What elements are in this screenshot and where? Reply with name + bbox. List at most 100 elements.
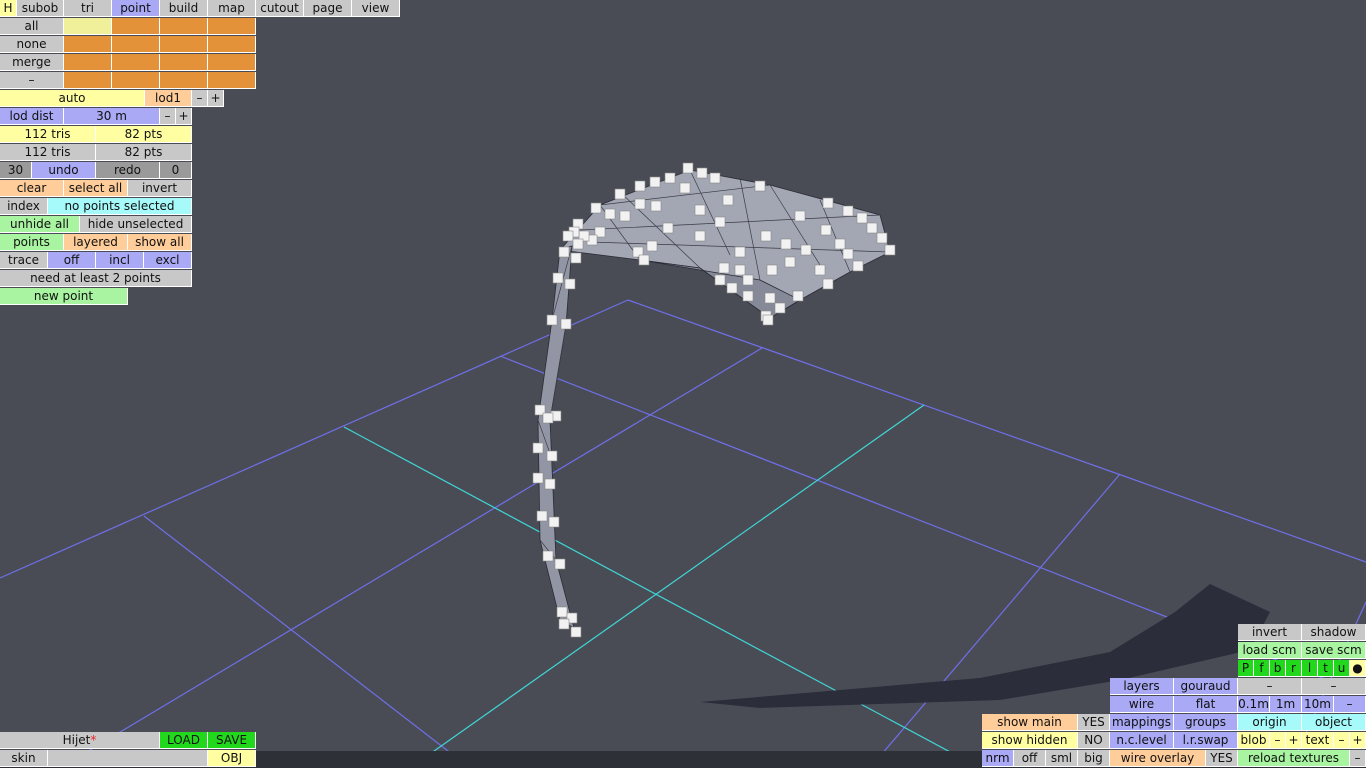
- view-back-button[interactable]: b: [1270, 660, 1286, 677]
- vertex-handle[interactable]: [590, 202, 602, 214]
- save-scm-button[interactable]: save scm: [1302, 642, 1366, 659]
- object-name-field[interactable]: Hijet*: [0, 732, 160, 749]
- vertex-handle[interactable]: [694, 204, 706, 216]
- redo-button[interactable]: redo: [96, 162, 160, 179]
- new-point-button[interactable]: new point: [0, 288, 128, 305]
- show-hidden-toggle[interactable]: NO: [1078, 732, 1110, 749]
- scene-dash-button-2[interactable]: –: [1302, 678, 1366, 695]
- merge-button[interactable]: merge: [0, 54, 64, 71]
- vertex-handle[interactable]: [754, 180, 766, 192]
- vertex-handle[interactable]: [562, 230, 574, 242]
- color-swatch[interactable]: [112, 54, 160, 71]
- vertex-handle[interactable]: [532, 442, 544, 454]
- view-dot-button[interactable]: ●: [1350, 660, 1366, 677]
- vertex-handle[interactable]: [734, 246, 746, 258]
- vertex-handle[interactable]: [842, 205, 854, 217]
- 3d-viewport[interactable]: [0, 0, 1366, 768]
- lod-dist-minus-button[interactable]: –: [160, 108, 176, 125]
- trace-incl-button[interactable]: incl: [96, 252, 144, 269]
- text-plus-button[interactable]: +: [1350, 732, 1366, 749]
- vertex-handle[interactable]: [542, 412, 554, 424]
- menu-point[interactable]: point: [112, 0, 160, 17]
- vertex-handle[interactable]: [734, 264, 746, 276]
- vertex-handle[interactable]: [718, 262, 730, 274]
- vertex-handle[interactable]: [558, 246, 570, 258]
- size-big-button[interactable]: big: [1078, 750, 1110, 767]
- vertex-handle[interactable]: [760, 230, 772, 242]
- vertex-handle[interactable]: [852, 260, 864, 272]
- color-swatch[interactable]: [64, 72, 112, 89]
- lod-plus-button[interactable]: +: [208, 90, 224, 107]
- vertex-handle[interactable]: [694, 230, 706, 242]
- lod-level-button[interactable]: lod1: [145, 90, 192, 107]
- menu-view[interactable]: view: [352, 0, 400, 17]
- unhide-all-button[interactable]: unhide all: [0, 216, 80, 233]
- vertex-handle[interactable]: [820, 224, 832, 236]
- menu-subob[interactable]: subob: [17, 0, 64, 17]
- vertex-handle[interactable]: [544, 478, 556, 490]
- vertex-handle[interactable]: [572, 238, 584, 250]
- menu-map[interactable]: map: [208, 0, 256, 17]
- color-swatch[interactable]: [160, 72, 208, 89]
- vertex-handle[interactable]: [604, 208, 616, 220]
- wire-overlay-toggle[interactable]: YES: [1206, 750, 1238, 767]
- vertex-handle[interactable]: [722, 194, 734, 206]
- vertex-handle[interactable]: [542, 550, 554, 562]
- vertex-handle[interactable]: [570, 252, 582, 264]
- vertex-handle[interactable]: [784, 256, 796, 268]
- vertex-handle[interactable]: [662, 222, 674, 234]
- lr-swap-button[interactable]: l.r.swap: [1174, 732, 1238, 749]
- nc-level-button[interactable]: n.c.level: [1110, 732, 1174, 749]
- normal-size-button[interactable]: nrm: [982, 750, 1014, 767]
- help-button[interactable]: H: [0, 0, 17, 17]
- scene-dash-button[interactable]: –: [1238, 678, 1302, 695]
- blob-plus-button[interactable]: +: [1286, 732, 1302, 749]
- view-right-button[interactable]: r: [1286, 660, 1302, 677]
- vertex-handle[interactable]: [876, 232, 888, 244]
- vertex-handle[interactable]: [679, 182, 691, 194]
- show-main-toggle[interactable]: YES: [1078, 714, 1110, 731]
- vertex-handle[interactable]: [696, 167, 708, 179]
- menu-page[interactable]: page: [304, 0, 352, 17]
- show-all-button[interactable]: show all: [128, 234, 192, 251]
- select-dash-button[interactable]: –: [0, 72, 64, 89]
- vertex-handle[interactable]: [649, 176, 661, 188]
- vertex-handle[interactable]: [814, 264, 826, 276]
- view-left-button[interactable]: l: [1302, 660, 1318, 677]
- obj-button[interactable]: OBJ: [208, 750, 256, 767]
- blob-minus-button[interactable]: –: [1270, 732, 1286, 749]
- color-swatch[interactable]: [64, 54, 112, 71]
- vertex-handle[interactable]: [664, 172, 676, 184]
- color-swatch[interactable]: [112, 36, 160, 53]
- vertex-handle[interactable]: [792, 290, 804, 302]
- vertex-handle[interactable]: [774, 302, 786, 314]
- view-front-button[interactable]: f: [1254, 660, 1270, 677]
- lod-dist-value[interactable]: 30 m: [64, 108, 160, 125]
- vertex-handle[interactable]: [682, 162, 694, 174]
- vertex-handle[interactable]: [794, 210, 806, 222]
- vertex-handle[interactable]: [714, 216, 726, 228]
- vertex-handle[interactable]: [726, 282, 738, 294]
- vertex-handle[interactable]: [564, 278, 576, 290]
- points-mode-button[interactable]: points: [0, 234, 64, 251]
- wire-button[interactable]: wire: [1110, 696, 1174, 713]
- undo-button[interactable]: undo: [32, 162, 96, 179]
- mappings-button[interactable]: mappings: [1110, 714, 1174, 731]
- reload-textures-button[interactable]: reload textures: [1238, 750, 1350, 767]
- vertex-handle[interactable]: [570, 626, 582, 638]
- color-swatch[interactable]: [64, 36, 112, 53]
- color-swatch[interactable]: [208, 36, 256, 53]
- layers-button[interactable]: layers: [1110, 678, 1174, 695]
- grid-0-1m-button[interactable]: 0.1m: [1238, 696, 1270, 713]
- vertex-handle[interactable]: [709, 172, 721, 184]
- vertex-handle[interactable]: [558, 618, 570, 630]
- color-swatch[interactable]: [112, 72, 160, 89]
- color-swatch[interactable]: [112, 18, 160, 35]
- size-small-button[interactable]: sml: [1046, 750, 1078, 767]
- vertex-handle[interactable]: [762, 314, 774, 326]
- vertex-handle[interactable]: [800, 244, 812, 256]
- grid-1m-button[interactable]: 1m: [1270, 696, 1302, 713]
- vertex-handle[interactable]: [548, 516, 560, 528]
- text-minus-button[interactable]: –: [1334, 732, 1350, 749]
- vertex-handle[interactable]: [834, 238, 846, 250]
